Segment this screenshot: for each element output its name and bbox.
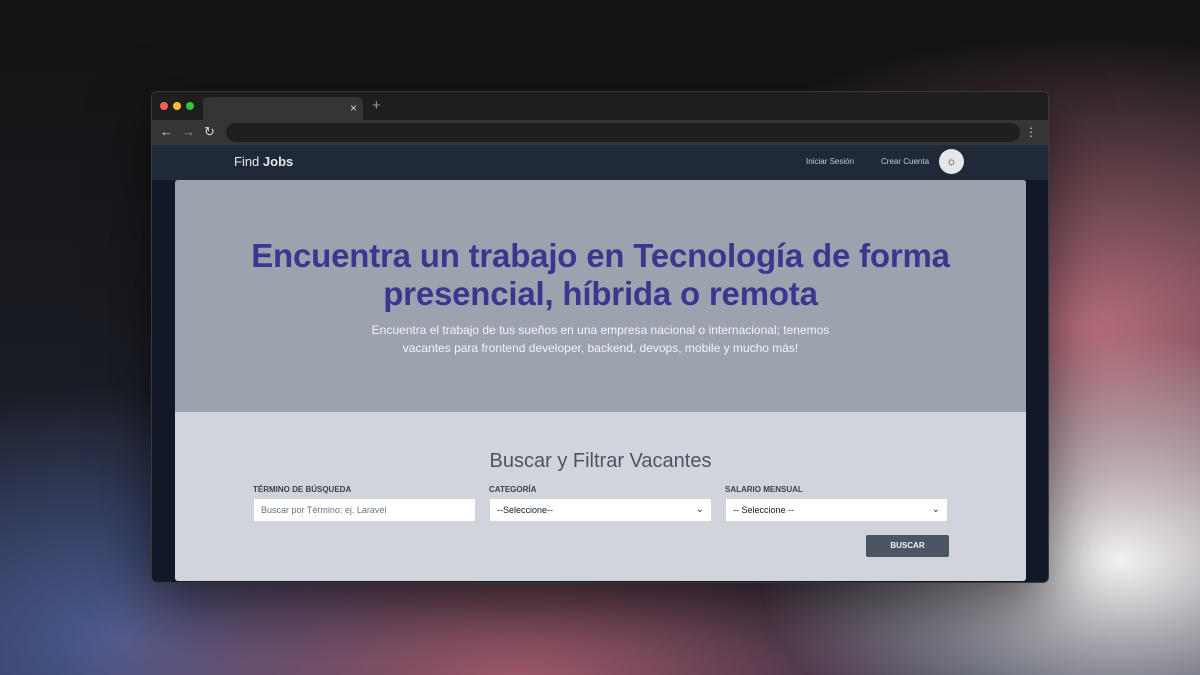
salary-label: SALARIO MENSUAL [725,485,803,494]
address-bar[interactable] [226,123,1020,142]
brand-prefix: Find [234,154,260,169]
tab-bar: × + [152,92,1048,120]
register-link[interactable]: Crear Cuenta [881,157,929,166]
browser-window: × + ← → ↻ ⋮ Find Jobs Iniciar Sesión Cre… [151,91,1049,583]
category-selected-value: --Seleccione-- [497,505,554,515]
search-heading: Buscar y Filtrar Vacantes [489,450,712,472]
category-label: CATEGORÍA [489,485,537,494]
brand-bold: Jobs [262,154,294,169]
maximize-window-button[interactable] [186,102,194,110]
hero-subtitle: Encuentra el trabajo de tus sueños en un… [371,323,830,355]
chevron-down-icon: ⌄ [931,504,940,515]
hero-title: Encuentra un trabajo en Tecnología de fo… [175,237,1026,313]
main-card: Encuentra un trabajo en Tecnología de fo… [175,180,1026,581]
new-tab-icon[interactable]: + [372,98,381,114]
salary-selected-value: -- Seleccione -- [733,505,795,515]
site-logo[interactable]: Find Jobs [234,154,293,169]
browser-toolbar: ← → ↻ ⋮ [152,120,1048,145]
minimize-window-button[interactable] [173,102,181,110]
search-section: Buscar y Filtrar Vacantes TÉRMINO DE BÚS… [175,450,1026,557]
sun-icon[interactable]: ☼ [939,149,964,174]
salary-field: SALARIO MENSUAL -- Seleccione -- ⌄ [725,485,948,522]
search-button[interactable]: BUSCAR [866,535,949,557]
close-icon[interactable]: × [350,100,357,116]
browser-menu-icon[interactable]: ⋮ [1025,124,1037,140]
active-tab[interactable]: × [203,97,363,120]
search-term-label: TÉRMINO DE BÚSQUEDA [253,485,352,494]
hero-section: Encuentra un trabajo en Tecnología de fo… [175,180,1026,412]
forward-icon[interactable]: → [182,124,195,140]
page-viewport: Find Jobs Iniciar Sesión Crear Cuenta ☼ … [152,145,1048,582]
close-window-button[interactable] [160,102,168,110]
hero-title-line-2: presencial, híbrida o remota [383,275,818,312]
reload-icon[interactable]: ↻ [204,124,215,140]
search-term-field: TÉRMINO DE BÚSQUEDA Buscar por Término: … [253,485,476,522]
search-input[interactable]: Buscar por Término: ej. Laravel [253,498,476,522]
salary-select[interactable]: -- Seleccione -- ⌄ [725,498,948,522]
chevron-down-icon: ⌄ [695,504,704,515]
back-icon[interactable]: ← [160,124,173,140]
category-field: CATEGORÍA --Seleccione-- ⌄ [489,485,712,522]
hero-title-line-1: Encuentra un trabajo en Tecnología de fo… [251,237,950,274]
category-select[interactable]: --Seleccione-- ⌄ [489,498,712,522]
site-header: Find Jobs Iniciar Sesión Crear Cuenta ☼ [152,145,1048,180]
login-link[interactable]: Iniciar Sesión [806,157,854,166]
